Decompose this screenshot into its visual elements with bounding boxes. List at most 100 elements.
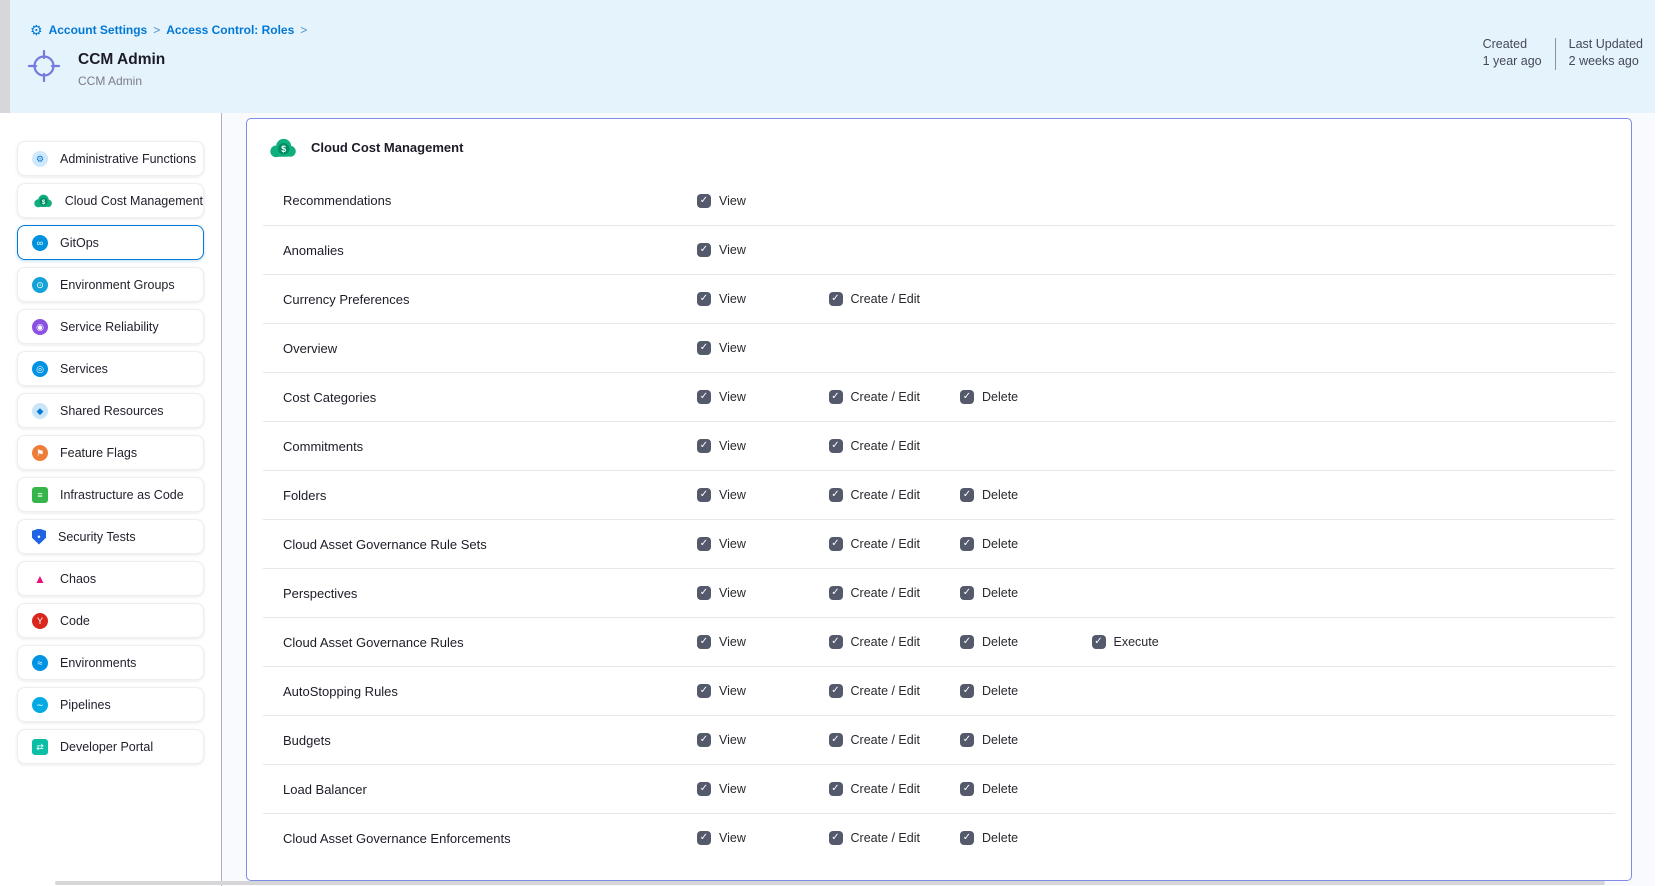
permission-cell-view: ✓ View [697, 243, 829, 257]
checkbox-view-checked[interactable]: ✓ [697, 635, 711, 649]
last-updated-value: 2 weeks ago [1569, 53, 1643, 70]
sidebar-item-security-tests[interactable]: •Security Tests [17, 519, 204, 554]
checkbox-create-checked[interactable]: ✓ [829, 439, 843, 453]
permission-cell-view: ✓ View [697, 635, 829, 649]
permission-row-folders: Folders✓View✓Create / Edit✓Delete [263, 470, 1615, 519]
permission-label-create: Create / Edit [851, 635, 920, 649]
checkbox-create-checked[interactable]: ✓ [829, 586, 843, 600]
permissions-list: Recommendations✓ViewAnomalies✓ViewCurren… [247, 176, 1631, 862]
role-meta: Created 1 year ago Last Updated 2 weeks … [1483, 36, 1643, 70]
permission-cell-create: ✓Create / Edit [829, 390, 961, 404]
code-repo-icon: Y [32, 613, 48, 629]
checkbox-create-checked[interactable]: ✓ [829, 537, 843, 551]
permission-label-view: View [719, 390, 746, 404]
permission-row-anomalies: Anomalies✓View [263, 225, 1615, 274]
permission-label-create: Create / Edit [851, 488, 920, 502]
checkbox-create-checked[interactable]: ✓ [829, 488, 843, 502]
feature-flags-icon: ⚑ [32, 445, 48, 461]
sidebar-item-code[interactable]: Y Code [17, 603, 204, 638]
permission-row-recommendations: Recommendations✓View [263, 176, 1615, 225]
checkbox-delete-checked[interactable]: ✓ [960, 537, 974, 551]
permission-row-cloud-asset-governance-enforcements: Cloud Asset Governance Enforcements✓View… [263, 813, 1615, 862]
permission-name: Perspectives [283, 586, 697, 601]
sidebar-item-service-reliability[interactable]: ◉Service Reliability [17, 309, 204, 344]
checkbox-create-checked[interactable]: ✓ [829, 292, 843, 306]
checkbox-create-checked[interactable]: ✓ [829, 684, 843, 698]
permission-cell-create: ✓ Create / Edit [829, 586, 961, 600]
sidebar-item-label: Shared Resources [60, 404, 164, 418]
permission-name: Currency Preferences [283, 292, 697, 307]
checkbox-view-checked[interactable]: ✓ [697, 390, 711, 404]
checkbox-delete-checked[interactable]: ✓ [960, 831, 974, 845]
permission-label-view: View [719, 684, 746, 698]
checkbox-create-checked[interactable]: ✓ [829, 635, 843, 649]
created-label: Created [1483, 36, 1542, 53]
sidebar-item-pipelines[interactable]: ∼Pipelines [17, 687, 204, 722]
horizontal-scrollbar[interactable] [55, 881, 1605, 885]
permission-cell-view: ✓View [697, 292, 829, 306]
permission-cell-execute: ✓Execute [1092, 635, 1224, 649]
sidebar-item-gitops[interactable]: ∞GitOps [17, 225, 204, 260]
permission-label-delete: Delete [982, 586, 1018, 600]
sidebar-item-environments[interactable]: ≈Environments [17, 645, 204, 680]
permission-cell-delete: ✓Delete [960, 684, 1092, 698]
crosshair-target-icon [27, 49, 61, 83]
checkbox-delete-checked[interactable]: ✓ [960, 390, 974, 404]
checkbox-view-checked[interactable]: ✓ [697, 537, 711, 551]
checkbox-create-checked[interactable]: ✓ [829, 390, 843, 404]
permission-cell-create: ✓Create / Edit [829, 831, 961, 845]
checkbox-delete-checked[interactable]: ✓ [960, 488, 974, 502]
checkbox-create-checked[interactable]: ✓ [829, 831, 843, 845]
checkbox-view-checked[interactable]: ✓ [697, 684, 711, 698]
permission-name: Cost Categories [283, 390, 697, 405]
checkbox-delete-checked[interactable]: ✓ [960, 684, 974, 698]
checkbox-view-checked[interactable]: ✓ [697, 586, 711, 600]
permission-label-create: Create / Edit [851, 586, 920, 600]
checkbox-delete-checked[interactable]: ✓ [960, 733, 974, 747]
checkbox-view-checked[interactable]: ✓ [697, 243, 711, 257]
permission-row-budgets: Budgets✓View✓Create / Edit✓Delete [263, 715, 1615, 764]
permission-cell-view: ✓View [697, 194, 829, 208]
checkbox-delete-checked[interactable]: ✓ [960, 782, 974, 796]
sidebar-item-administrative-functions[interactable]: ⚙Administrative Functions [17, 141, 204, 176]
panel-header: $ Cloud Cost Management [247, 119, 1631, 176]
checkbox-view-checked[interactable]: ✓ [697, 194, 711, 208]
checkbox-view-checked[interactable]: ✓ [697, 782, 711, 796]
checkbox-execute-checked[interactable]: ✓ [1092, 635, 1106, 649]
breadcrumb-link-access-control-roles[interactable]: Access Control: Roles [166, 23, 294, 37]
main-area: $ Cloud Cost Management Recommendations✓… [222, 113, 1655, 886]
checkbox-delete-checked[interactable]: ✓ [960, 586, 974, 600]
sidebar-item-label: Developer Portal [60, 740, 153, 754]
checkbox-create-checked[interactable]: ✓ [829, 733, 843, 747]
sidebar-item-chaos[interactable]: ▲Chaos [17, 561, 204, 596]
permission-row-currency-preferences: Currency Preferences✓View✓Create / Edit [263, 274, 1615, 323]
checkbox-view-checked[interactable]: ✓ [697, 292, 711, 306]
sidebar-item-label: Administrative Functions [60, 152, 196, 166]
checkbox-create-checked[interactable]: ✓ [829, 782, 843, 796]
checkbox-view-checked[interactable]: ✓ [697, 439, 711, 453]
environment-groups-icon: ⊙ [32, 277, 48, 293]
permission-label-delete: Delete [982, 733, 1018, 747]
permission-cell-create: ✓Create / Edit [829, 537, 961, 551]
sidebar-item-developer-portal[interactable]: ⇄Developer Portal [17, 729, 204, 764]
sidebar-item-shared-resources[interactable]: ◆Shared Resources [17, 393, 204, 428]
sidebar-item-environment-groups[interactable]: ⊙ Environment Groups [17, 267, 204, 302]
permission-name: Cloud Asset Governance Enforcements [283, 831, 697, 846]
breadcrumb: ⚙ Account Settings > Access Control: Rol… [30, 23, 307, 37]
permission-row-cost-categories: Cost Categories✓View✓Create / Edit✓Delet… [263, 372, 1615, 421]
sidebar-item-feature-flags[interactable]: ⚑Feature Flags [17, 435, 204, 470]
checkbox-view-checked[interactable]: ✓ [697, 488, 711, 502]
checkbox-delete-checked[interactable]: ✓ [960, 635, 974, 649]
checkbox-view-checked[interactable]: ✓ [697, 831, 711, 845]
checkbox-view-checked[interactable]: ✓ [697, 733, 711, 747]
checkbox-view-checked[interactable]: ✓ [697, 341, 711, 355]
sidebar-item-label: Code [60, 614, 90, 628]
sidebar-item-label: Environment Groups [60, 278, 175, 292]
breadcrumb-link-account-settings[interactable]: Account Settings [49, 23, 148, 37]
permission-cell-view: ✓View [697, 488, 829, 502]
permission-label-view: View [719, 635, 746, 649]
sidebar-item-cloud-cost-management[interactable]: $Cloud Cost Management [17, 183, 204, 218]
sidebar-item-infrastructure-as-code[interactable]: ≡Infrastructure as Code [17, 477, 204, 512]
sidebar-item-services[interactable]: ◎Services [17, 351, 204, 386]
permission-label-view: View [719, 243, 746, 257]
